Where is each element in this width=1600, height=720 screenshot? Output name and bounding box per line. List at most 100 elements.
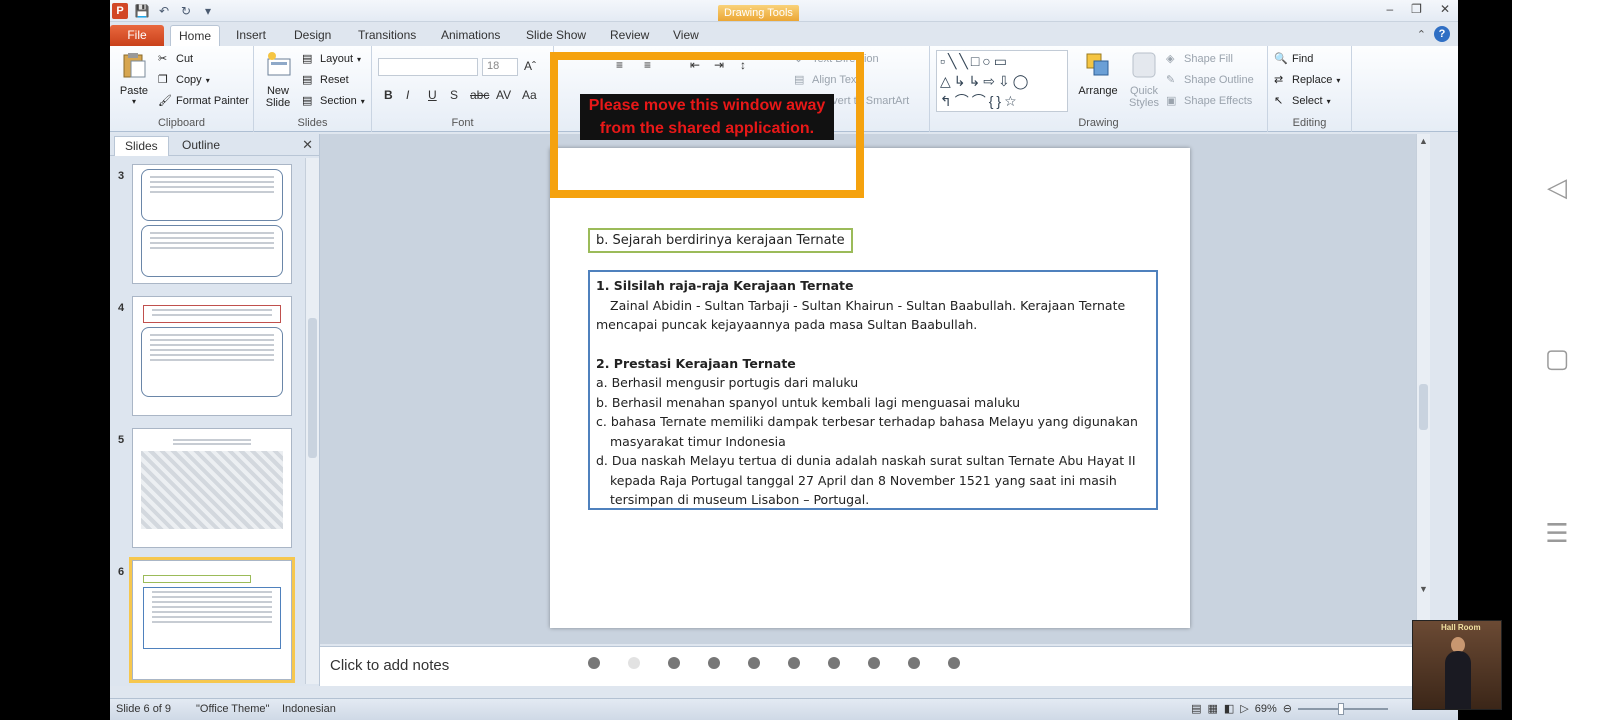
shape-row-1: ▫╲╲□○▭ bbox=[940, 53, 1010, 69]
dot-indicator bbox=[668, 657, 680, 669]
scrollbar-thumb[interactable] bbox=[1419, 384, 1428, 430]
powerpoint-logo-icon[interactable]: P bbox=[112, 3, 128, 19]
italic-icon[interactable]: I bbox=[406, 88, 409, 102]
tab-slides[interactable]: Slides bbox=[114, 136, 169, 156]
font-name-field[interactable] bbox=[378, 58, 478, 76]
slide-thumbnail-6[interactable] bbox=[129, 557, 295, 683]
reset-button[interactable]: ▤ Reset bbox=[302, 71, 349, 89]
redo-icon[interactable]: ↻ bbox=[178, 4, 194, 18]
shape-outline-label: Shape Outline bbox=[1184, 74, 1254, 86]
character-spacing-icon[interactable]: AV bbox=[496, 88, 511, 102]
normal-view-icon[interactable]: ▤ bbox=[1191, 702, 1201, 715]
slide-thumbnail-3[interactable] bbox=[132, 164, 292, 284]
language-indicator[interactable]: Indonesian bbox=[282, 703, 336, 715]
strikethrough-icon[interactable]: abc bbox=[470, 88, 489, 102]
grow-font-icon[interactable]: Aˆ bbox=[524, 59, 536, 73]
tab-slide-show[interactable]: Slide Show bbox=[518, 25, 594, 46]
paste-button[interactable]: Paste ▾ bbox=[116, 50, 152, 106]
scroll-up-icon[interactable]: ▲ bbox=[1419, 136, 1428, 146]
help-icon[interactable]: ? bbox=[1434, 26, 1450, 42]
zoom-level[interactable]: 69% bbox=[1255, 703, 1277, 715]
editing-group-label: Editing bbox=[1292, 117, 1327, 129]
shapes-gallery[interactable]: ▫╲╲□○▭ △↳↳⇨⇩◯ ↰⌒⌒{}☆ bbox=[936, 50, 1068, 112]
layout-icon: ▤ bbox=[302, 53, 313, 65]
section-2-title: 2. Prestasi Kerajaan Ternate bbox=[596, 355, 796, 371]
quick-styles-icon bbox=[1132, 52, 1156, 78]
layout-button[interactable]: ▤ Layout ▾ bbox=[302, 50, 361, 68]
find-button[interactable]: 🔍 Find bbox=[1274, 50, 1313, 68]
zoom-slider-knob[interactable] bbox=[1338, 702, 1344, 715]
minimize-button[interactable]: – bbox=[1386, 2, 1393, 16]
slide-heading-textbox[interactable]: b. Sejarah berdirinya kerajaan Ternate bbox=[588, 228, 853, 253]
slide-thumbnail-4[interactable] bbox=[132, 296, 292, 416]
list-item: b. Berhasil menahan spanyol untuk kembal… bbox=[596, 394, 1021, 410]
minimize-ribbon-icon[interactable]: ⌃ bbox=[1417, 28, 1426, 41]
section-label: Section bbox=[320, 95, 357, 107]
share-warning-line-1: Please move this window away bbox=[588, 97, 826, 114]
back-icon[interactable]: ◁ bbox=[1542, 172, 1572, 202]
zoom-slider[interactable] bbox=[1298, 702, 1388, 715]
slide-sorter-icon[interactable]: ▦ bbox=[1207, 702, 1217, 715]
tab-animations[interactable]: Animations bbox=[433, 25, 508, 46]
select-button[interactable]: ↖ Select ▾ bbox=[1274, 92, 1331, 110]
notes-pane[interactable]: Click to add notes bbox=[320, 646, 1430, 686]
cut-button[interactable]: ✂ Cut bbox=[158, 50, 193, 68]
tab-home[interactable]: Home bbox=[170, 25, 221, 46]
shape-fill-label: Shape Fill bbox=[1184, 53, 1233, 65]
tab-view[interactable]: View bbox=[665, 25, 707, 46]
carousel-dots bbox=[588, 657, 960, 669]
close-button[interactable]: ✕ bbox=[1440, 2, 1450, 16]
tab-transitions[interactable]: Transitions bbox=[350, 25, 424, 46]
font-group: 18 Aˆ B I U S abc AV Aa Font bbox=[372, 46, 554, 132]
shape-fill-button[interactable]: ◈ Shape Fill bbox=[1166, 50, 1233, 68]
slide-content-textbox[interactable]: 1. Silsilah raja-raja Kerajaan Ternate Z… bbox=[588, 270, 1158, 510]
tab-outline[interactable]: Outline bbox=[172, 136, 230, 156]
undo-icon[interactable]: ↶ bbox=[156, 4, 172, 18]
change-case-icon[interactable]: Aa bbox=[522, 88, 537, 102]
underline-icon[interactable]: U bbox=[428, 88, 437, 102]
slide-thumbnail-5[interactable] bbox=[132, 428, 292, 548]
slides-group: New Slide ▤ Layout ▾ ▤ Reset ▤ Section ▾ Slid… bbox=[254, 46, 372, 132]
tab-insert[interactable]: Insert bbox=[228, 25, 274, 46]
slide-canvas[interactable]: b. Sejarah berdirinya kerajaan Ternate 1… bbox=[550, 148, 1190, 628]
paste-dropdown-icon[interactable]: ▾ bbox=[116, 97, 152, 106]
zoom-out-icon[interactable]: ⊖ bbox=[1283, 702, 1292, 715]
scrollbar-thumb[interactable] bbox=[308, 318, 317, 458]
slideshow-icon[interactable]: ▷ bbox=[1240, 702, 1248, 715]
copy-label: Copy bbox=[176, 74, 202, 86]
slides-pane-scrollbar[interactable] bbox=[305, 158, 319, 684]
theme-name[interactable]: "Office Theme" bbox=[196, 703, 269, 715]
scroll-down-icon[interactable]: ▼ bbox=[1419, 584, 1428, 594]
tab-review[interactable]: Review bbox=[602, 25, 657, 46]
format-painter-button[interactable]: 🖌 Format Painter bbox=[158, 92, 249, 110]
quick-styles-button[interactable]: Quick Styles bbox=[1124, 50, 1164, 109]
tab-file[interactable]: File bbox=[110, 25, 164, 46]
font-size-field[interactable]: 18 bbox=[482, 58, 518, 76]
customize-qat-icon[interactable]: ▾ bbox=[200, 4, 216, 18]
notes-placeholder[interactable]: Click to add notes bbox=[330, 657, 449, 674]
reset-label: Reset bbox=[320, 74, 349, 86]
new-slide-label: New Slide bbox=[265, 85, 291, 109]
section-1-title: 1. Silsilah raja-raja Kerajaan Ternate bbox=[596, 278, 854, 293]
shape-outline-button[interactable]: ✎ Shape Outline bbox=[1166, 71, 1254, 89]
restore-button[interactable]: ❐ bbox=[1411, 2, 1422, 16]
replace-button[interactable]: ⇄ Replace ▾ bbox=[1274, 71, 1340, 89]
new-slide-button[interactable]: New Slide bbox=[258, 50, 298, 109]
chevron-down-icon: ▾ bbox=[1326, 96, 1331, 106]
menu-icon[interactable]: ☰ bbox=[1542, 518, 1572, 548]
arrange-button[interactable]: Arrange bbox=[1076, 50, 1120, 97]
save-icon[interactable]: 💾 bbox=[134, 4, 150, 18]
editor-scrollbar[interactable]: ▲ ▼ bbox=[1416, 134, 1430, 644]
bold-icon[interactable]: B bbox=[384, 88, 393, 102]
thumb-box bbox=[141, 169, 283, 221]
close-pane-icon[interactable]: ✕ bbox=[302, 137, 313, 153]
tab-design[interactable]: Design bbox=[286, 25, 339, 46]
shape-effects-button[interactable]: ▣ Shape Effects bbox=[1166, 92, 1252, 110]
section-button[interactable]: ▤ Section ▾ bbox=[302, 92, 365, 110]
copy-button[interactable]: ❐ Copy ▾ bbox=[158, 71, 210, 89]
editing-group: 🔍 Find ⇄ Replace ▾ ↖ Select ▾ Editing bbox=[1268, 46, 1352, 132]
home-square-icon[interactable]: ▢ bbox=[1542, 343, 1572, 373]
drawing-tools-contextual-label: Drawing Tools bbox=[718, 5, 799, 21]
reading-view-icon[interactable]: ◧ bbox=[1224, 702, 1234, 715]
shadow-icon[interactable]: S bbox=[450, 88, 458, 102]
